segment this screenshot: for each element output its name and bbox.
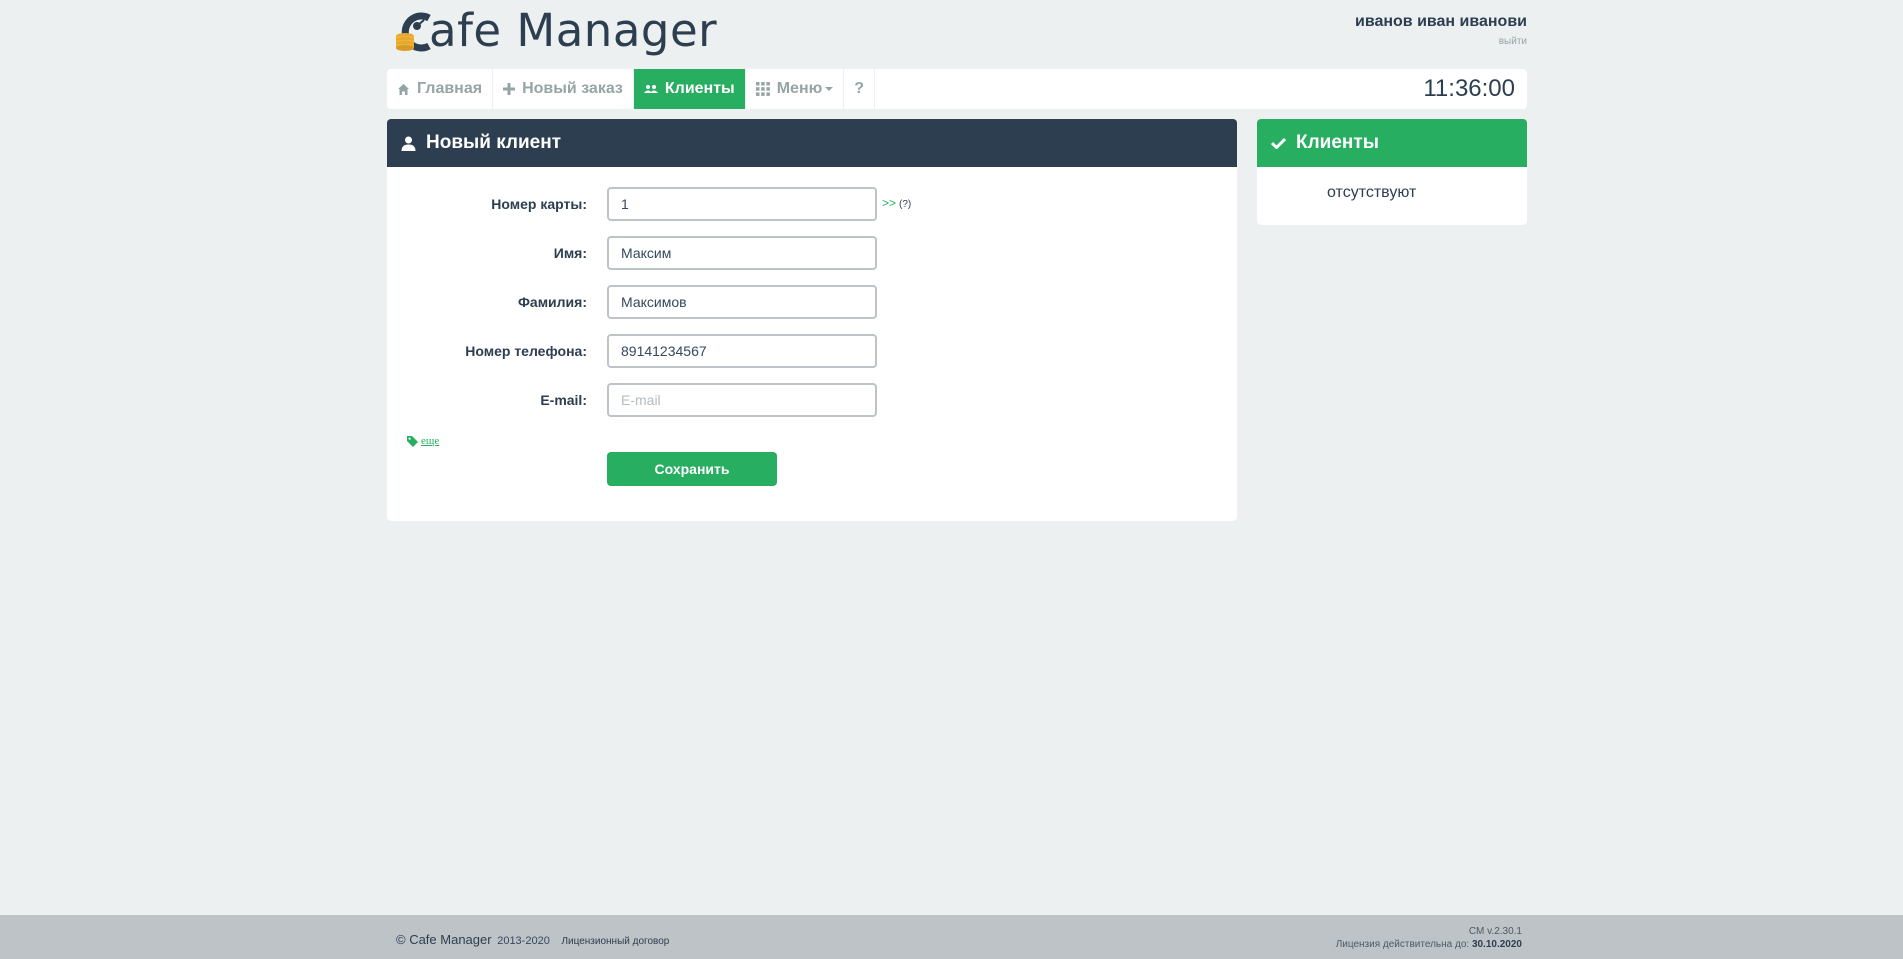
user-block: иванов иван иванови выйти	[1355, 13, 1527, 47]
app-version: CM v.2.30.1	[1468, 926, 1522, 937]
user-name: иванов иван иванови	[1354, 13, 1527, 30]
phone-row: Номер телефона:	[387, 334, 1237, 368]
logo-text: afe Manager	[429, 4, 718, 57]
save-button[interactable]: Сохранить	[607, 452, 777, 486]
nav-item-home[interactable]: Главная	[387, 69, 494, 109]
more-label: еще	[421, 435, 440, 447]
footer-right: CM v.2.30.1 Лицензия действительна до: 3…	[1336, 925, 1522, 951]
nav-label: Главная	[417, 80, 483, 97]
license-label: Лицензия действительна до:	[1335, 939, 1470, 950]
copyright: © Cafe Manager	[396, 932, 492, 947]
card-number-row: Номер карты: >>(?)	[387, 187, 1237, 221]
panel-title: Новый клиент	[426, 132, 562, 153]
name-label: Имя:	[553, 245, 587, 261]
card-help-link[interactable]: (?)	[899, 199, 911, 210]
clock: 11:36:00	[1423, 75, 1515, 102]
name-input[interactable]	[607, 236, 877, 270]
email-input[interactable]	[607, 383, 877, 417]
app-logo[interactable]: afe Manager	[395, 6, 717, 56]
surname-row: Фамилия:	[387, 285, 1237, 319]
nav-item-new-order[interactable]: Новый заказ	[493, 69, 634, 109]
nav-label: ?	[854, 80, 865, 97]
grid-icon	[755, 82, 770, 96]
copyright-years: 2013-2020	[497, 935, 550, 947]
tag-icon	[407, 435, 418, 447]
nav-item-help[interactable]: ?	[844, 69, 876, 109]
new-client-panel: Новый клиент Номер карты: >>(?) Имя: Фам…	[387, 119, 1237, 521]
email-label: E-mail:	[540, 392, 587, 408]
license-agreement-link[interactable]: Лицензионный договор	[561, 936, 669, 947]
check-icon	[1271, 137, 1286, 149]
header: afe Manager иванов иван иванови выйти	[387, 0, 1527, 66]
main-navbar: Главная Новый заказ Клиенты Меню ? 11:36…	[387, 69, 1527, 109]
card-number-label: Номер карты:	[491, 196, 587, 212]
license-info: Лицензия действительна до: 30.10.2020	[1336, 938, 1522, 951]
user-icon	[401, 136, 416, 151]
home-icon	[397, 83, 410, 96]
generate-card-link[interactable]: >>	[882, 196, 896, 210]
clients-panel-header: Клиенты	[1257, 119, 1527, 167]
surname-label: Фамилия:	[517, 294, 587, 310]
chevron-down-icon	[825, 87, 834, 91]
phone-label: Номер телефона:	[465, 343, 587, 359]
nav-item-menu[interactable]: Меню	[746, 69, 845, 109]
license-date: 30.10.2020	[1471, 939, 1522, 950]
surname-input[interactable]	[607, 285, 877, 319]
nav-label: Новый заказ	[522, 80, 623, 97]
nav-label: Клиенты	[664, 80, 735, 97]
name-row: Имя:	[387, 236, 1237, 270]
nav-item-clients[interactable]: Клиенты	[633, 69, 746, 109]
footer: © Cafe Manager 2013-2020 Лицензионный до…	[0, 915, 1903, 959]
plus-icon	[503, 83, 516, 95]
more-fields-link[interactable]: еще	[407, 435, 439, 447]
nav-label: Меню	[776, 80, 823, 97]
card-number-input[interactable]	[607, 187, 877, 221]
clients-panel: Клиенты отсутствуют	[1257, 119, 1527, 225]
panel-header: Новый клиент	[387, 119, 1237, 167]
clients-empty-text: отсутствуют	[1327, 184, 1417, 201]
coins-clock-icon	[395, 6, 435, 56]
users-icon	[643, 84, 658, 94]
email-row: E-mail:	[387, 383, 1237, 417]
clients-panel-title: Клиенты	[1296, 132, 1379, 153]
phone-input[interactable]	[607, 334, 877, 368]
footer-left: © Cafe Manager 2013-2020 Лицензионный до…	[396, 932, 669, 947]
card-extra: >> (?)	[882, 196, 911, 210]
logout-link[interactable]: выйти	[1355, 36, 1527, 47]
